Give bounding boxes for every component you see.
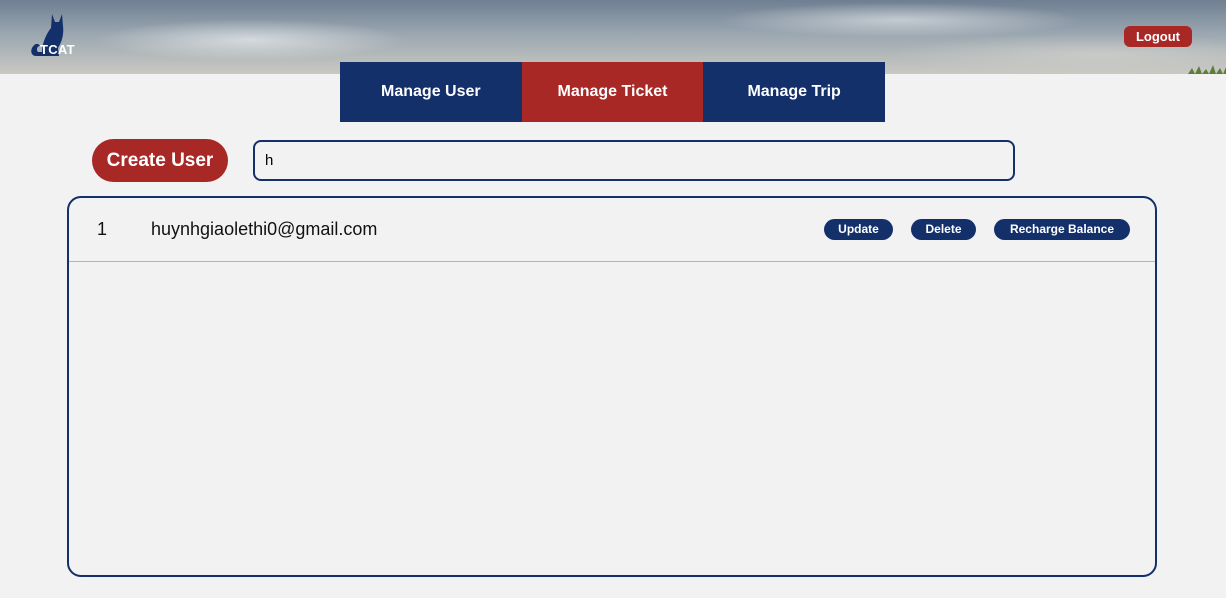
create-user-button[interactable]: Create User [92, 139, 228, 182]
logo-text: TCAT [40, 42, 75, 57]
tab-manage-ticket[interactable]: Manage Ticket [521, 62, 704, 122]
search-input[interactable] [253, 140, 1015, 181]
user-email: huynhgiaolethi0@gmail.com [151, 219, 378, 239]
delete-button[interactable]: Delete [911, 219, 976, 240]
logout-button[interactable]: Logout [1124, 26, 1192, 47]
update-button[interactable]: Update [824, 219, 893, 240]
tab-manage-user[interactable]: Manage User [340, 62, 522, 122]
user-index: 1 [97, 219, 108, 239]
logo[interactable]: TCAT [28, 12, 88, 58]
recharge-balance-button[interactable]: Recharge Balance [994, 219, 1130, 240]
main-tabs: Manage User Manage Ticket Manage Trip [340, 62, 885, 122]
tab-manage-trip[interactable]: Manage Trip [703, 62, 885, 122]
user-list-panel: 1 huynhgiaolethi0@gmail.com Update Delet… [67, 196, 1157, 577]
user-row: 1 huynhgiaolethi0@gmail.com Update Delet… [69, 198, 1155, 262]
grass-icon [1188, 65, 1226, 74]
